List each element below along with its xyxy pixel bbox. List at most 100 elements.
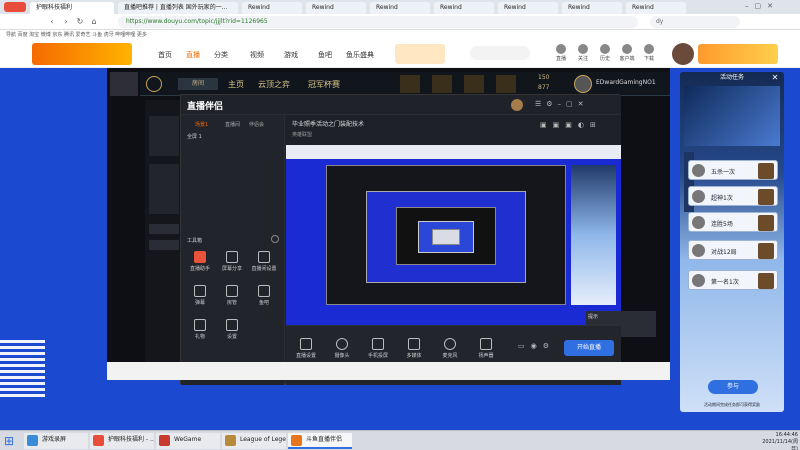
rank-icon[interactable] — [496, 75, 516, 93]
tool-label: 鱼吧 — [258, 300, 269, 306]
back-icon[interactable]: ‹ — [46, 16, 58, 28]
streamer-avatar[interactable] — [574, 75, 592, 93]
lol-nav-cup[interactable]: 冠军杯赛 — [308, 79, 340, 90]
taskbar-app[interactable]: 游戏录屏 — [24, 433, 88, 449]
nav-home[interactable]: 首页 — [158, 50, 172, 60]
event-banner[interactable] — [698, 44, 778, 64]
lol-room-tag: 房间 — [178, 78, 218, 90]
user-avatar[interactable] — [511, 99, 523, 111]
anchor-avatar[interactable] — [110, 72, 138, 96]
mission-item[interactable]: 对战12局 — [688, 240, 778, 260]
nav-yuba[interactable]: 鱼吧 — [318, 50, 332, 60]
tool-speaker[interactable]: 扬声器 — [472, 338, 500, 359]
stream-preview[interactable]: 提示 — [286, 145, 656, 337]
avatar[interactable] — [672, 43, 694, 65]
tab-3[interactable]: Rewind — [242, 2, 302, 14]
home-icon[interactable]: ⌂ — [88, 16, 100, 28]
sidetab-club[interactable]: 伴侣会 — [249, 121, 264, 128]
panel-card[interactable] — [149, 116, 179, 156]
address-bar[interactable]: https://www.douyu.com/topic/jjjlt?rid=11… — [118, 16, 638, 28]
bookmarks-text[interactable]: 导航 百度 淘宝 微博 京东 腾讯 爱奇艺 斗鱼 虎牙 哔哩哔哩 更多 — [0, 32, 147, 38]
nav-live[interactable]: 直播 — [186, 50, 200, 60]
forward-icon[interactable]: › — [60, 16, 72, 28]
tool-gift[interactable]: 礼物 — [187, 319, 213, 347]
nav-festival[interactable]: 鱼乐盛典 — [346, 50, 374, 60]
tool-media[interactable]: 多媒体 — [400, 338, 428, 359]
tab-5[interactable]: Rewind — [370, 2, 430, 14]
rank-icon[interactable] — [464, 75, 484, 93]
tool-mic[interactable]: 麦克风 — [436, 338, 464, 359]
panel-button[interactable] — [149, 224, 179, 234]
tool-danmu[interactable]: 弹幕 — [187, 285, 213, 313]
tab-8[interactable]: Rewind — [562, 2, 622, 14]
windows-start-icon[interactable]: ⊞ — [4, 434, 18, 448]
follow-icon[interactable]: 关注 — [572, 43, 594, 65]
tool-settings[interactable]: 设置 — [219, 319, 245, 347]
sidetab-room[interactable]: 直播间 — [225, 121, 240, 128]
lol-topbar: 房间 主页 云顶之弈 冠军杯赛 150 877 EDwardGamingNO1 — [140, 72, 670, 96]
tab-6[interactable]: Rewind — [434, 2, 494, 14]
search-input[interactable]: dy — [650, 16, 740, 28]
tab-4[interactable]: Rewind — [306, 2, 366, 14]
join-button[interactable]: 参与 — [708, 380, 758, 394]
tool-screen-share[interactable]: 屏幕分享 — [219, 251, 245, 279]
tool-manager[interactable]: 房管 — [219, 285, 245, 313]
client-icon[interactable]: 客户端 — [616, 43, 638, 65]
app-icon — [225, 435, 236, 446]
taskbar-app[interactable]: WeGame — [156, 433, 220, 449]
tool-room-settings[interactable]: 直播间设置 — [251, 251, 277, 279]
rank-icon[interactable] — [432, 75, 452, 93]
mission-item[interactable]: 超神1次 — [688, 186, 778, 206]
taskbar-app[interactable]: 斗鱼直播伴侣 — [288, 433, 352, 449]
tab-label: Rewind — [248, 4, 270, 11]
tab-active[interactable]: 护眼科技福利 — [30, 2, 114, 14]
lol-logo-icon — [146, 76, 162, 92]
tool-live-settings[interactable]: 直播设置 — [292, 338, 320, 359]
panel-card[interactable] — [149, 164, 179, 214]
taskbar-app[interactable]: League of Lege... — [222, 433, 286, 449]
app-titlebar: 直播伴侣 ☰⚙–▢✕ — [181, 95, 621, 115]
tool-yuba[interactable]: 鱼吧 — [251, 285, 277, 313]
tool-camera[interactable]: 摄像头 — [328, 338, 356, 359]
reward-icon — [758, 163, 774, 179]
gift-icon — [194, 319, 206, 331]
taskbar-clock[interactable]: 16:44:46 2021/11/14(周日) — [762, 432, 798, 450]
scene-item[interactable]: 全屏 1 — [187, 133, 202, 140]
tool-live-assistant[interactable]: 直播助手 — [187, 251, 213, 279]
preview-icons[interactable]: ▣▣▣◐⊞ — [540, 121, 602, 129]
tab-2[interactable]: 直播吧推荐 | 直播列表 国外玩家的一... — [118, 2, 238, 14]
mission-item[interactable]: 连胜5场 — [688, 212, 778, 232]
douyu-search-input[interactable] — [470, 46, 530, 60]
close-icon[interactable]: ✕ — [770, 73, 780, 83]
toolbox-more-icon[interactable] — [271, 235, 279, 243]
promo-banner[interactable] — [395, 44, 445, 64]
titlebar-icons[interactable]: ☰⚙–▢✕ — [535, 100, 589, 108]
douyu-logo[interactable] — [32, 43, 132, 65]
download-icon[interactable]: 下载 — [638, 43, 660, 65]
camera-icon — [336, 338, 348, 350]
start-live-button[interactable]: 开始直播 — [564, 340, 614, 356]
tab-9[interactable]: Rewind — [626, 2, 686, 14]
assistant-icon — [194, 251, 206, 263]
tab-7[interactable]: Rewind — [498, 2, 558, 14]
taskbar-app[interactable]: 护眼科技福利 - ... — [90, 433, 154, 449]
mission-item[interactable]: 五杀一次 — [688, 160, 778, 180]
count-a: 150 — [538, 74, 550, 81]
live-icon[interactable]: 直播 — [550, 43, 572, 65]
history-icon[interactable]: 历史 — [594, 43, 616, 65]
nav-game[interactable]: 游戏 — [284, 50, 298, 60]
decor-stripe — [0, 358, 45, 361]
reload-icon[interactable]: ↻ — [74, 16, 86, 28]
panel-button[interactable] — [149, 240, 179, 250]
lol-nav-home[interactable]: 主页 — [228, 79, 244, 90]
tool-phone-cast[interactable]: 手机投屏 — [364, 338, 392, 359]
nav-category[interactable]: 分类 — [214, 50, 228, 60]
misc-icons[interactable]: ▭◉⚙ — [518, 342, 555, 350]
window-controls[interactable]: –▢✕ — [745, 2, 795, 12]
mission-item[interactable]: 第一名1次 — [688, 270, 778, 290]
app-icon — [159, 435, 170, 446]
sidetab-scene[interactable]: 场景1 — [195, 121, 208, 128]
rank-icon[interactable] — [400, 75, 420, 93]
nav-video[interactable]: 视频 — [250, 50, 264, 60]
lol-nav-tft[interactable]: 云顶之弈 — [258, 79, 290, 90]
